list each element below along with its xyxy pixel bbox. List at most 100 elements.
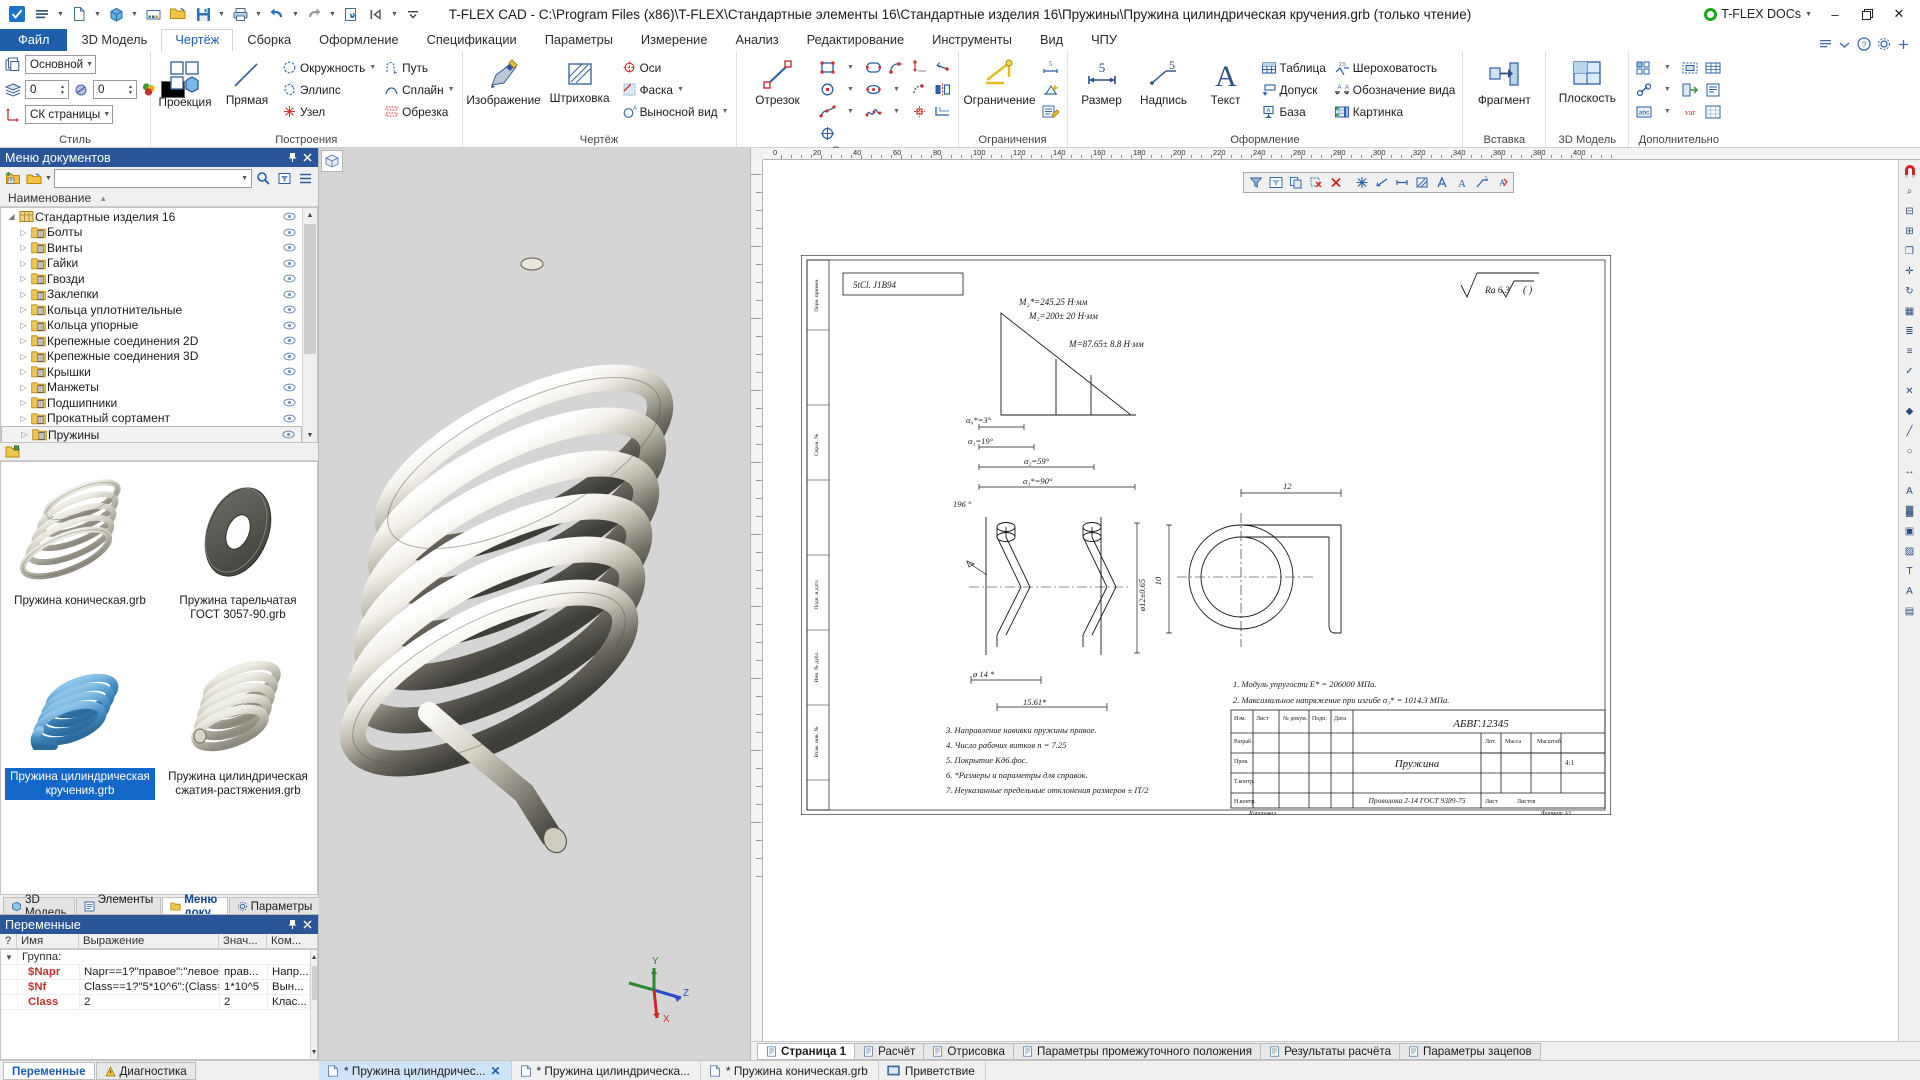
print-dropdown-icon[interactable]: ▼	[253, 2, 264, 26]
visibility-icon[interactable]	[283, 383, 302, 392]
roughness-button[interactable]: 2.5 Шероховатость	[1331, 57, 1459, 78]
panel-tab-elements[interactable]: Элементы ...	[75, 893, 162, 919]
coordinate-system-combo[interactable]: СК страницы ▼	[25, 105, 114, 124]
page-tab-3[interactable]: Параметры промежуточного положения	[1012, 1042, 1262, 1060]
sketch-rounded-rect-icon[interactable]	[863, 57, 885, 78]
add-link-icon[interactable]	[1633, 79, 1655, 100]
axes-button[interactable]: Оси	[619, 57, 732, 78]
variables-cell-name[interactable]: $Nf	[18, 979, 80, 995]
new-3d-model-icon[interactable]	[104, 2, 128, 26]
sketch-circle-icon[interactable]	[817, 79, 839, 100]
horizontal-ruler[interactable]: 0 20 40 60 80 100 120 140 160 180 200 220 240 260 280 3…	[763, 148, 1920, 160]
trim-button[interactable]: Обрезка	[381, 101, 457, 122]
chevron-right-icon[interactable]: ▷	[17, 243, 30, 252]
open-icon[interactable]	[166, 2, 190, 26]
variables-cell-expression[interactable]: 2	[80, 994, 220, 1010]
datum-button[interactable]: A База	[1258, 101, 1329, 122]
scroll-up-icon[interactable]: ▲	[303, 208, 317, 222]
visibility-icon[interactable]	[283, 352, 302, 361]
sort-asc-icon[interactable]: ▲	[99, 194, 107, 203]
snap-icon[interactable]	[1352, 174, 1371, 192]
thumbnail-item[interactable]: Пружина цилиндрическая кручения.grb	[1, 644, 159, 820]
delete-red-icon[interactable]	[1306, 174, 1325, 192]
3d-view[interactable]: Y Z X	[319, 148, 751, 1060]
ribbon-tab-measurement[interactable]: Измерение	[627, 29, 722, 51]
new-document-icon[interactable]	[67, 2, 91, 26]
tree-item-10[interactable]: ▷ Крышки	[1, 364, 302, 380]
letter-a-icon[interactable]: A	[1452, 174, 1471, 192]
constraint-edit-icon[interactable]	[1039, 101, 1063, 122]
ribbon-tab-parameters[interactable]: Параметры	[531, 29, 627, 51]
sketch-mirror-line-icon[interactable]	[932, 57, 954, 78]
tree-scrollbar[interactable]: ▲ ▼	[302, 208, 317, 442]
scroll-thumb[interactable]	[304, 224, 316, 354]
filter-list-icon[interactable]	[1266, 174, 1285, 192]
filter-icon[interactable]	[275, 169, 294, 188]
chevron-down-icon[interactable]: ▼	[1656, 57, 1678, 78]
tree-item-4[interactable]: ▷ Гвозди	[1, 271, 302, 287]
hatch-sel-icon[interactable]	[1412, 174, 1431, 192]
pin-icon[interactable]	[286, 918, 299, 931]
thumbnail-item[interactable]: Пружина коническая.grb	[1, 468, 159, 644]
tree-item-5[interactable]: ▷ Заклепки	[1, 287, 302, 303]
chevron-right-icon[interactable]: ▷	[17, 259, 30, 268]
spline-button[interactable]: Сплайн ▼	[381, 79, 457, 100]
dim-snap-icon[interactable]: ↔	[1900, 462, 1920, 481]
panel-tab-parameters[interactable]: Параметры	[228, 897, 321, 914]
open-folder-icon[interactable]	[24, 169, 43, 188]
chevron-right-icon[interactable]: ▷	[17, 305, 30, 314]
leader-note-button[interactable]: 5 Надпись	[1134, 54, 1194, 106]
status-document-2[interactable]: * Пружина коническая.grb	[701, 1060, 879, 1080]
node-button[interactable]: Узел	[279, 101, 379, 122]
visibility-icon[interactable]	[283, 336, 302, 345]
panel-tab-3d-model[interactable]: 3D Модель	[3, 893, 75, 919]
drawing-canvas[interactable]: A 5 A Перв. примен. Справ. № Подп. и дат…	[763, 160, 1898, 1041]
visibility-icon[interactable]	[283, 305, 302, 314]
page-icon[interactable]: ▤	[1900, 602, 1920, 621]
visibility-icon[interactable]	[283, 321, 302, 330]
ellipse-button[interactable]: Эллипс	[279, 79, 379, 100]
tree-item-12[interactable]: ▷ Подшипники	[1, 395, 302, 411]
panel-tab-document-menu[interactable]: Меню доку...	[162, 893, 228, 919]
folder-dropdown-icon[interactable]: ▼	[45, 175, 52, 182]
document-search-input[interactable]: ▼	[53, 169, 252, 188]
dimension-button[interactable]: 5 Размер	[1072, 54, 1132, 106]
ribbon-tab-tools[interactable]: Инструменты	[918, 29, 1026, 51]
variables-col-expression[interactable]: Выражение	[79, 933, 219, 949]
variables-cell-flag[interactable]	[1, 964, 18, 980]
constraint-dimension-icon[interactable]: 5	[1039, 57, 1063, 78]
fragment-button[interactable]: Фрагмент	[1467, 54, 1541, 106]
chevron-right-icon[interactable]: ▷	[17, 228, 30, 237]
filter-icon[interactable]	[1246, 174, 1265, 192]
tree-item-11[interactable]: ▷ Манжеты	[1, 380, 302, 396]
app-logo-icon[interactable]	[5, 2, 29, 26]
font-icon[interactable]: А	[1900, 582, 1920, 601]
visibility-icon[interactable]	[283, 290, 302, 299]
tflex-docs-button[interactable]: T-FLEX DOCs ▼	[1698, 7, 1818, 21]
new-drawing-icon[interactable]	[141, 2, 165, 26]
bottom-tab-diagnostics[interactable]: Диагностика	[95, 1062, 196, 1080]
tree-item-3[interactable]: ▷ Гайки	[1, 256, 302, 272]
chevron-down-icon[interactable]: ▼	[1656, 101, 1678, 122]
sketch-spline-icon[interactable]	[817, 101, 839, 122]
status-document-0[interactable]: * Пружина цилиндричес... ✕	[319, 1060, 512, 1080]
chevron-down-icon[interactable]: ▼	[840, 79, 862, 100]
variables-row[interactable]: $Napr Napr==1?"правое":"левое" прав... Напр…	[1, 964, 310, 980]
chevron-down-icon[interactable]: ▼	[1, 950, 18, 965]
check-icon[interactable]: ✓	[1900, 362, 1920, 381]
variables-row[interactable]: Class 2 2 Клас...	[1, 994, 310, 1010]
add-attribute-icon[interactable]: abc	[1633, 101, 1655, 122]
menu-icon[interactable]	[30, 2, 54, 26]
zoom-in-icon[interactable]: ⌕	[1900, 182, 1920, 201]
variables-col-name[interactable]: Имя	[17, 933, 79, 949]
ribbon-pin-icon[interactable]	[1897, 38, 1910, 51]
scroll-thumb[interactable]	[311, 966, 317, 1000]
restore-button[interactable]	[1852, 2, 1882, 26]
ribbon-tab-analysis[interactable]: Анализ	[721, 29, 792, 51]
tree-item-1[interactable]: ▷ Болты	[1, 225, 302, 241]
scroll-down-icon[interactable]: ▼	[310, 1045, 317, 1059]
detail-view-button[interactable]: A Выносной вид ▼	[619, 101, 732, 122]
ribbon-tab-3d-model[interactable]: 3D Модель	[67, 29, 161, 51]
chevron-down-icon[interactable]: ▼	[886, 79, 908, 100]
variables-col-value[interactable]: Знач...	[219, 933, 267, 949]
